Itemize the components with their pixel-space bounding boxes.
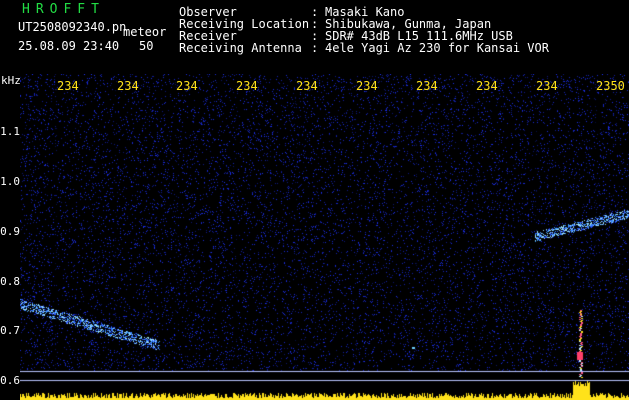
timestamp: 25.08.09 23:40 bbox=[18, 39, 120, 53]
y-label-1-0: 1.0 bbox=[0, 175, 20, 188]
x-tick-label-6: 234 bbox=[356, 79, 378, 93]
y-label-0-9: 0.9 bbox=[0, 225, 20, 238]
spectrogram-plot bbox=[20, 74, 629, 400]
y-label-0-8: 0.8 bbox=[0, 275, 20, 288]
y-label-1-1: 1.1 bbox=[0, 125, 20, 138]
info-antenna-value: 4ele Yagi Az 230 for Kansai VOR bbox=[325, 41, 549, 55]
x-tick-label-7: 234 bbox=[416, 79, 438, 93]
brand-title: HROFFT bbox=[22, 2, 105, 17]
info-antenna-sep: : bbox=[311, 41, 319, 55]
x-tick-label-2: 234 bbox=[117, 79, 139, 93]
x-tick-label-10: 2350 bbox=[596, 79, 625, 93]
x-tick-label-5: 234 bbox=[296, 79, 318, 93]
file-name: UT2508092340.pn bbox=[18, 20, 127, 34]
x-tick-label-8: 234 bbox=[476, 79, 498, 93]
echo-count: 50 bbox=[139, 39, 154, 53]
y-label-0-6: 0.6 bbox=[0, 374, 20, 387]
x-tick-label-4: 234 bbox=[236, 79, 258, 93]
info-antenna-key: Receiving Antenna bbox=[179, 41, 302, 55]
x-tick-label-1: 234 bbox=[57, 79, 79, 93]
axis-unit: kHz bbox=[1, 74, 21, 87]
y-label-0-7: 0.7 bbox=[0, 324, 20, 337]
file-suffix: meteor bbox=[123, 25, 167, 39]
x-tick-label-3: 234 bbox=[176, 79, 198, 93]
x-tick-label-9: 234 bbox=[536, 79, 558, 93]
